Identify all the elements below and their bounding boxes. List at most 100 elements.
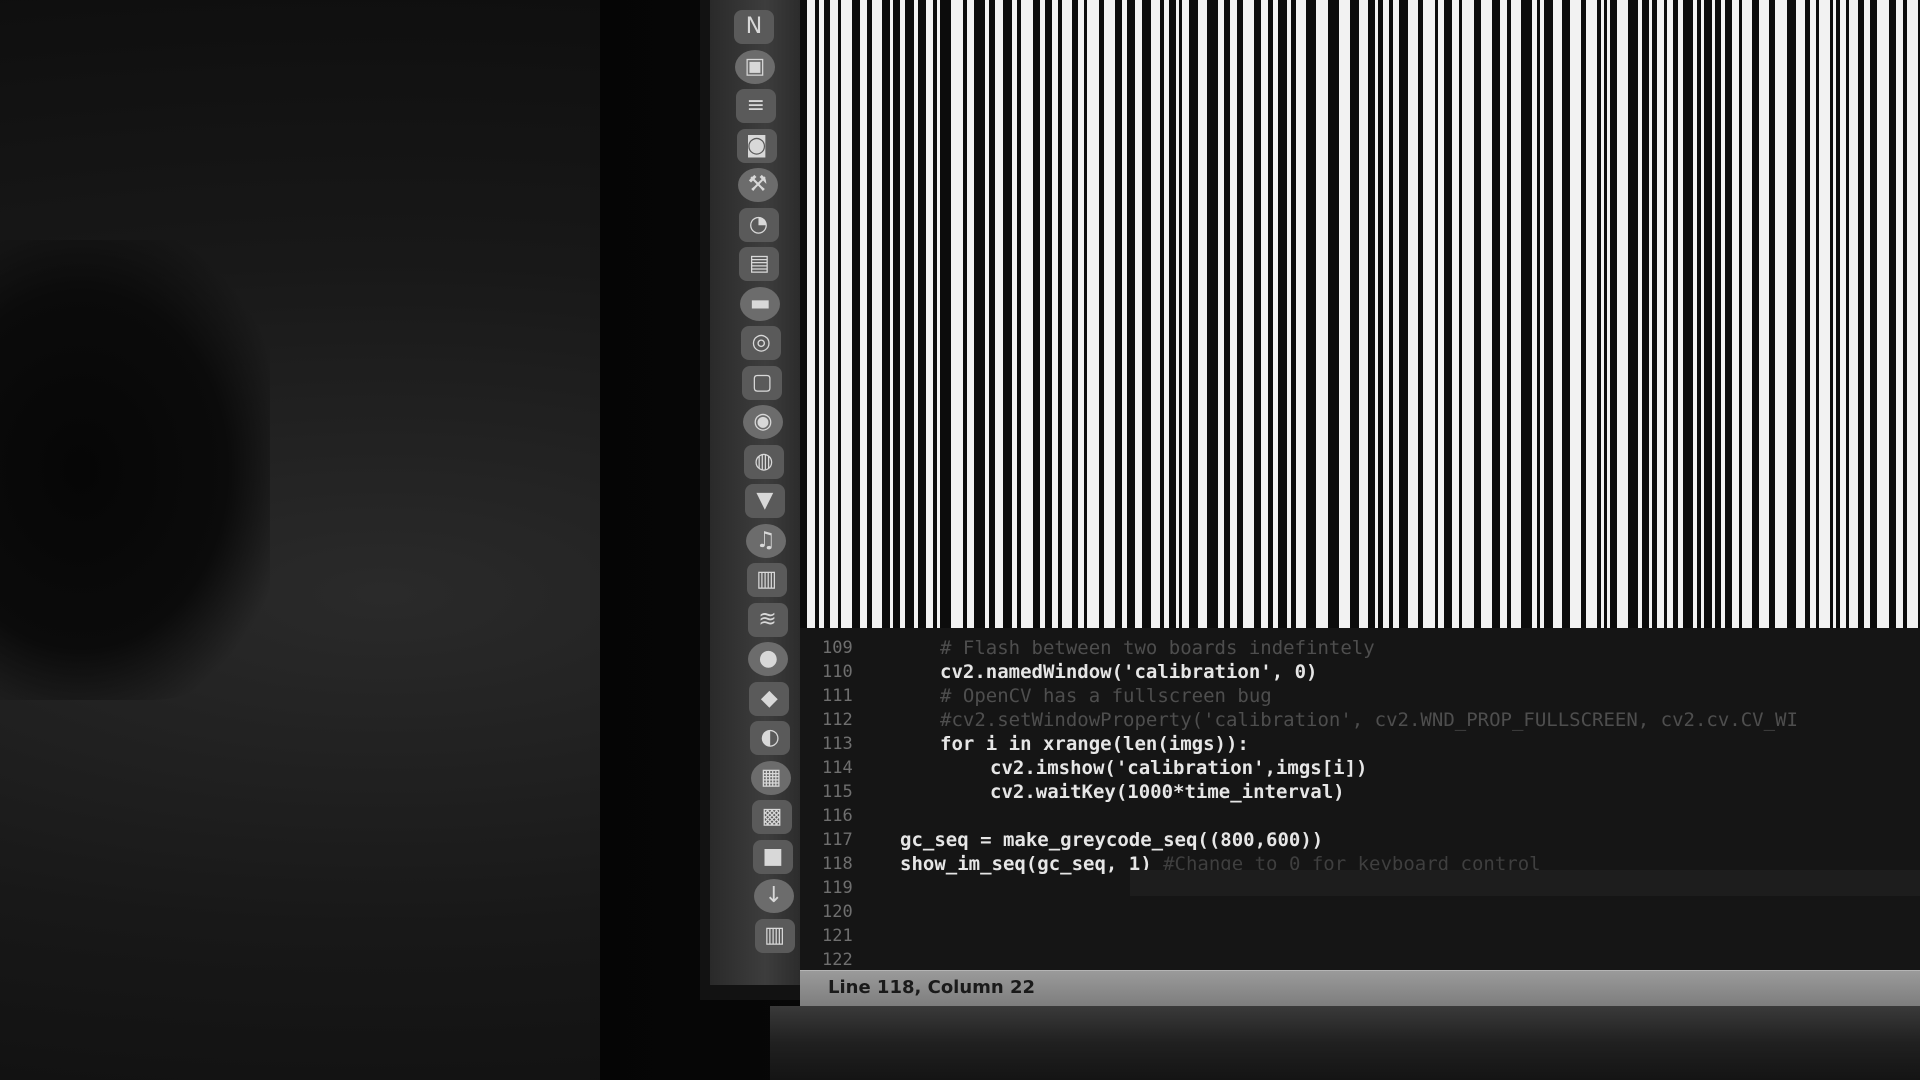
stripe-17 (1033, 0, 1040, 628)
github-icon[interactable]: ◐ (750, 721, 791, 755)
code-line[interactable]: 115 cv2.waitKey(1000*time_interval) (800, 780, 1920, 804)
trash-icon[interactable]: ▥ (754, 918, 795, 953)
music-icon[interactable]: ♫ (745, 523, 786, 558)
stripe-60 (1642, 0, 1649, 628)
dark-app-icon[interactable]: ■ (752, 839, 793, 874)
stripe-68 (1725, 0, 1732, 628)
stripe-30 (1207, 0, 1218, 628)
line-number: 115 (822, 782, 853, 802)
stripe-15 (1003, 0, 1012, 628)
stripe-56 (1597, 0, 1601, 628)
stripe-41 (1378, 0, 1383, 628)
stripe-53 (1544, 0, 1553, 628)
stripe-5 (867, 0, 872, 628)
code-line[interactable]: 117 gc_seq = make_greycode_seq((800,600)) (800, 828, 1920, 852)
stripe-46 (1444, 0, 1452, 628)
stripe-73 (1805, 0, 1810, 628)
stripe-37 (1306, 0, 1316, 628)
stripe-72 (1787, 0, 1796, 628)
calendar-app-icon[interactable]: ▩ (752, 800, 792, 834)
code-line[interactable]: 110 cv2.namedWindow('calibration', 0) (800, 660, 1920, 684)
code-line[interactable]: 122 (800, 948, 1920, 972)
stripe-31 (1224, 0, 1230, 628)
stripe-9 (918, 0, 926, 628)
downloads-icon[interactable]: ↓ (753, 879, 794, 913)
code-editor[interactable]: 109 # Flash between two boards indefintel… (800, 628, 1920, 970)
stripe-74 (1816, 0, 1819, 628)
terminal-icon[interactable]: ▬ (740, 286, 781, 321)
nightly-app-icon[interactable]: N (734, 10, 774, 44)
stripe-24 (1127, 0, 1135, 628)
compass-icon[interactable]: ◎ (741, 326, 782, 360)
stripe-40 (1368, 0, 1375, 628)
stripe-50 (1507, 0, 1511, 628)
stripe-70 (1752, 0, 1759, 628)
stripe-12 (963, 0, 967, 628)
stripe-47 (1459, 0, 1462, 628)
lines-app-icon[interactable]: ≡ (735, 89, 776, 123)
code-line[interactable]: 109 # Flash between two boards indefintel… (800, 636, 1920, 660)
spotify-icon[interactable]: ≋ (747, 602, 788, 637)
stripe-78 (1858, 0, 1864, 628)
code-line[interactable]: 112 #cv2.setWindowProperty('calibration',… (800, 708, 1920, 732)
dock: N ▣ ≡ ◙ ⚒ ◔ ▤ ▬ ◎ ▢ ◉ ◍ ▼ ♫ ▥ ≋ ● ◆ ◐ ▦ ▩ ■ ↓ ▥ (710, 0, 803, 985)
stripe-57 (1604, 0, 1607, 628)
stripe-42 (1389, 0, 1393, 628)
stripe-69 (1739, 0, 1742, 628)
preview-icon[interactable]: ▢ (742, 365, 783, 400)
line-number: 116 (822, 806, 853, 826)
stripe-38 (1328, 0, 1339, 628)
stripe-39 (1350, 0, 1359, 628)
stripe-19 (1058, 0, 1062, 628)
books-icon[interactable]: ▥ (746, 563, 787, 597)
stripe-20 (1072, 0, 1078, 628)
camera-icon[interactable]: ◉ (743, 405, 783, 439)
window-app-icon[interactable]: ▦ (751, 760, 792, 795)
globe-icon[interactable]: ● (748, 642, 789, 676)
stripe-75 (1830, 0, 1833, 628)
line-number: 122 (822, 950, 853, 970)
code-line[interactable]: 121 (800, 924, 1920, 948)
sketch-icon[interactable]: ◆ (749, 681, 790, 716)
stripe-48 (1474, 0, 1481, 628)
photo-app-icon[interactable]: ◙ (736, 128, 777, 163)
line-code: gc_seq = make_greycode_seq((800,600)) (900, 829, 1324, 851)
stripe-21 (1084, 0, 1087, 628)
stripe-44 (1418, 0, 1423, 628)
stripe-64 (1683, 0, 1693, 628)
current-line-highlight (1130, 870, 1920, 896)
stripe-65 (1697, 0, 1701, 628)
stripe-71 (1769, 0, 1775, 628)
code-line[interactable]: 120 (800, 900, 1920, 924)
stripe-29 (1189, 0, 1198, 628)
stripe-33 (1254, 0, 1261, 628)
code-line[interactable]: 114 cv2.imshow('calibration',imgs[i]) (800, 756, 1920, 780)
code-line[interactable]: 111 # OpenCV has a fullscreen bug (800, 684, 1920, 708)
stripe-11 (940, 0, 951, 628)
stripe-3 (838, 0, 841, 628)
finder-icon[interactable]: ▣ (734, 49, 775, 84)
stripe-35 (1278, 0, 1287, 628)
shirt-app-icon[interactable]: ▼ (744, 484, 785, 518)
notes-icon[interactable]: ▤ (739, 247, 780, 281)
line-code: #cv2.setWindowProperty('calibration', cv… (940, 709, 1798, 731)
stripe-14 (989, 0, 995, 628)
chat-bubbles-icon[interactable]: ◔ (738, 207, 779, 242)
stripe-54 (1562, 0, 1570, 628)
stripe-81 (1903, 0, 1907, 628)
chrome-icon[interactable]: ◍ (743, 444, 784, 479)
stripe-pattern (800, 0, 1920, 628)
stripe-80 (1889, 0, 1896, 628)
stripe-32 (1237, 0, 1243, 628)
stripe-61 (1652, 0, 1657, 628)
stripe-13 (974, 0, 985, 628)
stripe-23 (1115, 0, 1122, 628)
line-number: 117 (822, 830, 853, 850)
line-code: cv2.waitKey(1000*time_interval) (990, 781, 1345, 803)
stripe-28 (1179, 0, 1182, 628)
tools-app-icon[interactable]: ⚒ (737, 168, 778, 202)
code-line[interactable]: 113 for i in xrange(len(imgs)): (800, 732, 1920, 756)
stripe-22 (1099, 0, 1104, 628)
code-line[interactable]: 116 (800, 804, 1920, 828)
stripe-25 (1142, 0, 1151, 628)
